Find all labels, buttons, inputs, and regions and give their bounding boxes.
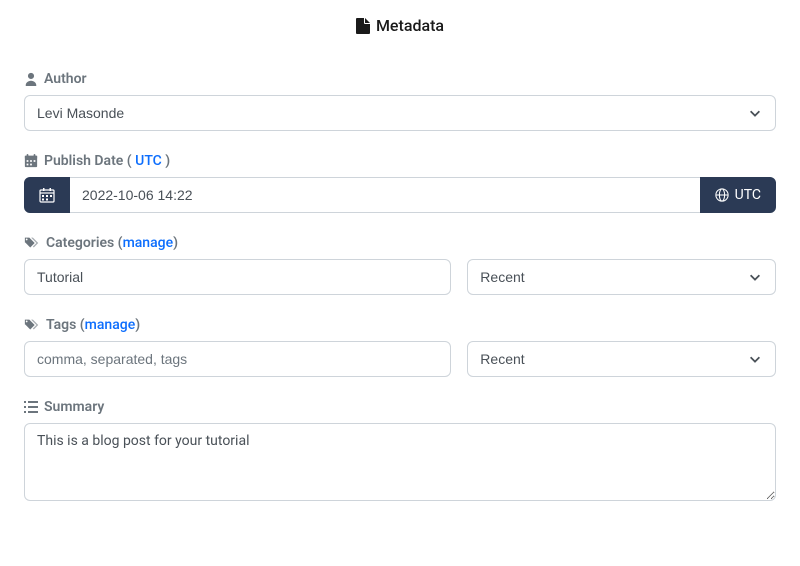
summary-field: Summary [24, 399, 776, 505]
calendar-icon [24, 154, 38, 168]
page-title-text: Metadata [376, 16, 444, 35]
author-field: Author [24, 71, 776, 131]
categories-recent-select[interactable] [467, 259, 776, 295]
publish-date-input[interactable] [70, 177, 700, 213]
categories-recent-wrap [467, 259, 776, 295]
tags-label: Tags (manage) [24, 317, 776, 333]
categories-input[interactable] [24, 259, 451, 295]
summary-textarea[interactable] [24, 423, 776, 501]
author-label: Author [24, 71, 776, 87]
publish-date-label-suffix: ) [165, 153, 170, 169]
publish-date-label-prefix: Publish Date ( [44, 153, 132, 169]
tags-icon [24, 236, 40, 250]
globe-icon [715, 188, 729, 202]
tz-badge-text: UTC [735, 187, 761, 203]
tags-manage-link[interactable]: manage [85, 317, 136, 333]
author-select[interactable] [24, 95, 776, 131]
tags-field: Tags (manage) [24, 317, 776, 377]
publish-date-field: Publish Date ( UTC ) UTC [24, 153, 776, 213]
tags-label-text: Tags ( [46, 317, 85, 333]
publish-date-utc-link[interactable]: UTC [135, 153, 162, 169]
tags-icon [24, 318, 40, 332]
publish-date-label: Publish Date ( UTC ) [24, 153, 776, 169]
author-select-wrap [24, 95, 776, 131]
author-label-text: Author [44, 71, 87, 87]
file-icon [356, 18, 370, 34]
summary-label: Summary [24, 399, 776, 415]
summary-label-text: Summary [44, 399, 104, 415]
tags-recent-wrap [467, 341, 776, 377]
tags-label-suffix: ) [135, 317, 140, 333]
calendar-addon[interactable] [24, 177, 70, 213]
categories-manage-link[interactable]: manage [123, 235, 174, 251]
page-title: Metadata [24, 12, 776, 35]
categories-label-text: Categories ( [46, 235, 123, 251]
list-icon [24, 401, 38, 413]
tz-badge[interactable]: UTC [700, 177, 776, 213]
categories-label: Categories (manage) [24, 235, 776, 251]
publish-date-input-group: UTC [24, 177, 776, 213]
tags-input[interactable] [24, 341, 451, 377]
categories-field: Categories (manage) [24, 235, 776, 295]
categories-label-suffix: ) [173, 235, 178, 251]
user-icon [24, 72, 38, 86]
tags-recent-select[interactable] [467, 341, 776, 377]
